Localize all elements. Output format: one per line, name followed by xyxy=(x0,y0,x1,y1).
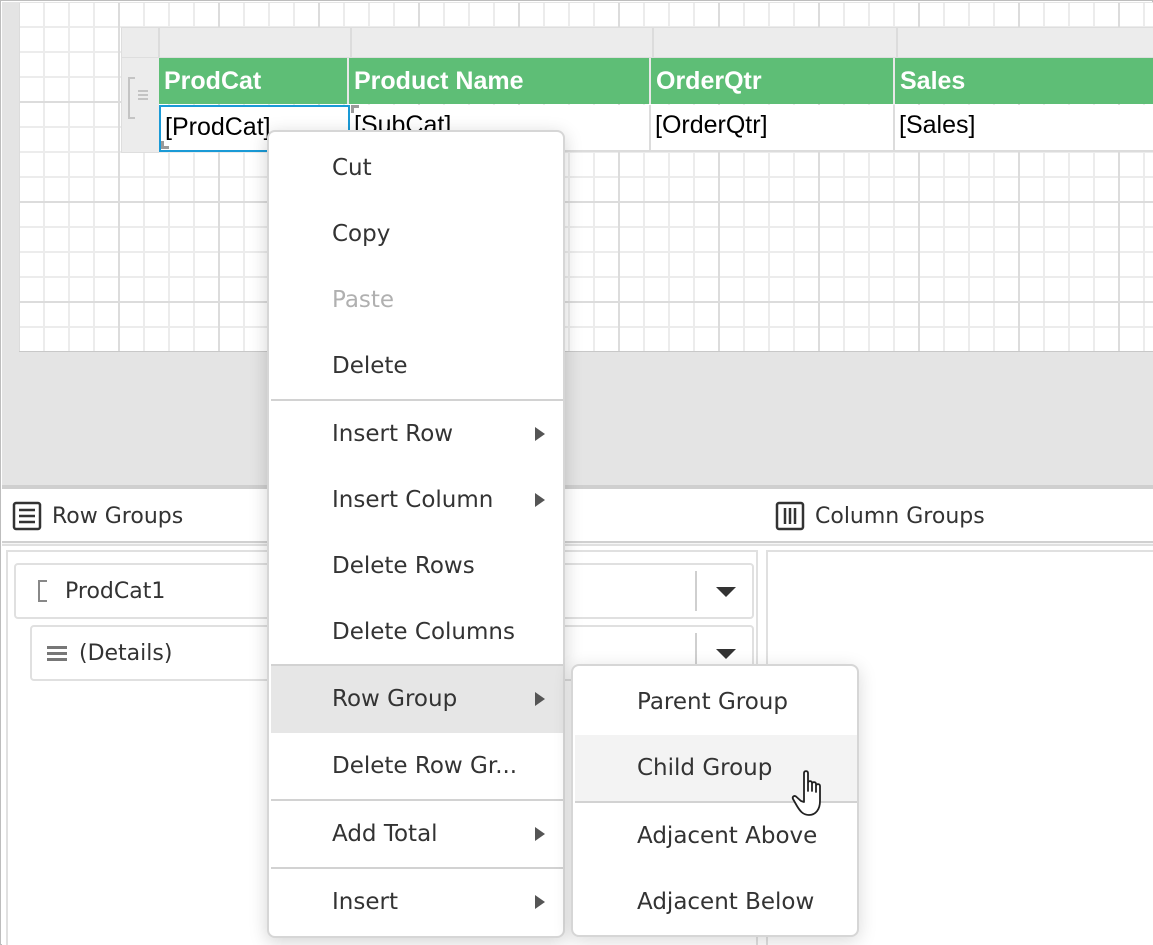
cell-corner-marker xyxy=(161,141,169,149)
menu-item-insert-row[interactable]: Insert Row xyxy=(271,401,563,467)
menu-item-add-total[interactable]: Add Total xyxy=(271,801,563,867)
menu-item-delete-columns[interactable]: Delete Columns xyxy=(271,599,563,665)
report-designer: ProdCat Product Name OrderQtr Sales [Pro… xyxy=(0,0,1153,945)
menu-item-label: Delete xyxy=(332,353,408,379)
column-handle[interactable] xyxy=(350,28,652,57)
menu-item-label: Insert Row xyxy=(332,421,454,447)
submenu-item-adjacent-below[interactable]: Adjacent Below xyxy=(575,869,857,935)
column-groups-title: Column Groups xyxy=(815,503,985,529)
data-cell-sales[interactable]: [Sales] xyxy=(895,105,1153,152)
row-group-bracket-icon xyxy=(128,77,135,119)
submenu-arrow-icon xyxy=(535,827,545,841)
panel-divider xyxy=(2,541,1153,546)
submenu-item-label: Child Group xyxy=(637,755,773,781)
menu-item-label: Delete Rows xyxy=(332,553,475,579)
group-label: ProdCat1 xyxy=(65,578,166,604)
menu-item-insert[interactable]: Insert xyxy=(271,869,563,935)
submenu-arrow-icon xyxy=(535,493,545,507)
submenu-item-label: Adjacent Below xyxy=(637,889,815,915)
submenu-arrow-icon xyxy=(535,692,545,706)
details-lines-icon xyxy=(138,90,148,102)
menu-item-row-group[interactable]: Row Group xyxy=(271,666,563,733)
menu-item-cut[interactable]: Cut xyxy=(271,135,563,201)
hand-cursor-icon xyxy=(791,770,821,816)
data-cell-text: [ProdCat] xyxy=(165,113,271,141)
menu-item-label: Row Group xyxy=(332,686,458,712)
menu-item-copy[interactable]: Copy xyxy=(271,201,563,267)
menu-item-label: Insert xyxy=(332,889,398,915)
row-groups-header: Row Groups xyxy=(12,489,183,543)
dropdown-arrow-icon[interactable] xyxy=(716,649,736,659)
design-canvas[interactable]: ProdCat Product Name OrderQtr Sales [Pro… xyxy=(19,3,1153,352)
submenu-arrow-icon xyxy=(535,427,545,441)
column-handle[interactable] xyxy=(896,28,1153,57)
dropdown-separator xyxy=(695,571,697,611)
menu-item-insert-column[interactable]: Insert Column xyxy=(271,467,563,533)
row-groups-title: Row Groups xyxy=(52,503,184,529)
menu-item-label: Cut xyxy=(332,155,372,181)
context-menu: Cut Copy Paste Delete Insert Row Insert … xyxy=(267,130,565,938)
menu-item-delete-row-group[interactable]: Delete Row Gr... xyxy=(271,733,563,799)
menu-item-paste: Paste xyxy=(271,267,563,333)
menu-item-label: Insert Column xyxy=(332,487,494,513)
column-groups-header: Column Groups xyxy=(775,489,985,543)
details-lines-icon xyxy=(47,645,67,661)
column-handle-row xyxy=(121,27,1153,58)
menu-item-label: Delete Row Gr... xyxy=(332,753,518,779)
header-cell-orderqtr[interactable]: OrderQtr xyxy=(651,58,895,104)
header-cell-prodcat[interactable]: ProdCat xyxy=(159,58,349,104)
list-icon xyxy=(12,501,42,531)
header-cell-sales[interactable]: Sales xyxy=(895,58,1153,104)
submenu-item-label: Parent Group xyxy=(637,689,788,715)
data-cell-orderqtr[interactable]: [OrderQtr] xyxy=(651,105,895,152)
row-handle[interactable] xyxy=(121,58,159,153)
cell-corner-marker xyxy=(351,105,359,113)
column-handle[interactable] xyxy=(158,28,350,57)
dropdown-arrow-icon[interactable] xyxy=(716,587,736,597)
data-cell-text: [Sales] xyxy=(899,111,976,139)
menu-item-label: Add Total xyxy=(332,821,438,847)
data-cell-text: [OrderQtr] xyxy=(655,111,768,139)
header-cell-product-name[interactable]: Product Name xyxy=(349,58,651,104)
menu-item-label: Copy xyxy=(332,221,391,247)
group-label: (Details) xyxy=(79,640,173,666)
design-area: ProdCat Product Name OrderQtr Sales [Pro… xyxy=(2,2,1153,485)
submenu-arrow-icon xyxy=(535,895,545,909)
menu-item-label: Paste xyxy=(332,287,395,313)
menu-item-label: Delete Columns xyxy=(332,619,515,645)
menu-item-delete-rows[interactable]: Delete Rows xyxy=(271,533,563,599)
submenu-item-label: Adjacent Above xyxy=(637,823,818,849)
menu-item-delete[interactable]: Delete xyxy=(271,333,563,399)
columns-icon xyxy=(775,501,805,531)
submenu-item-parent-group[interactable]: Parent Group xyxy=(575,669,857,735)
column-handle[interactable] xyxy=(652,28,896,57)
bracket-icon xyxy=(38,580,47,602)
